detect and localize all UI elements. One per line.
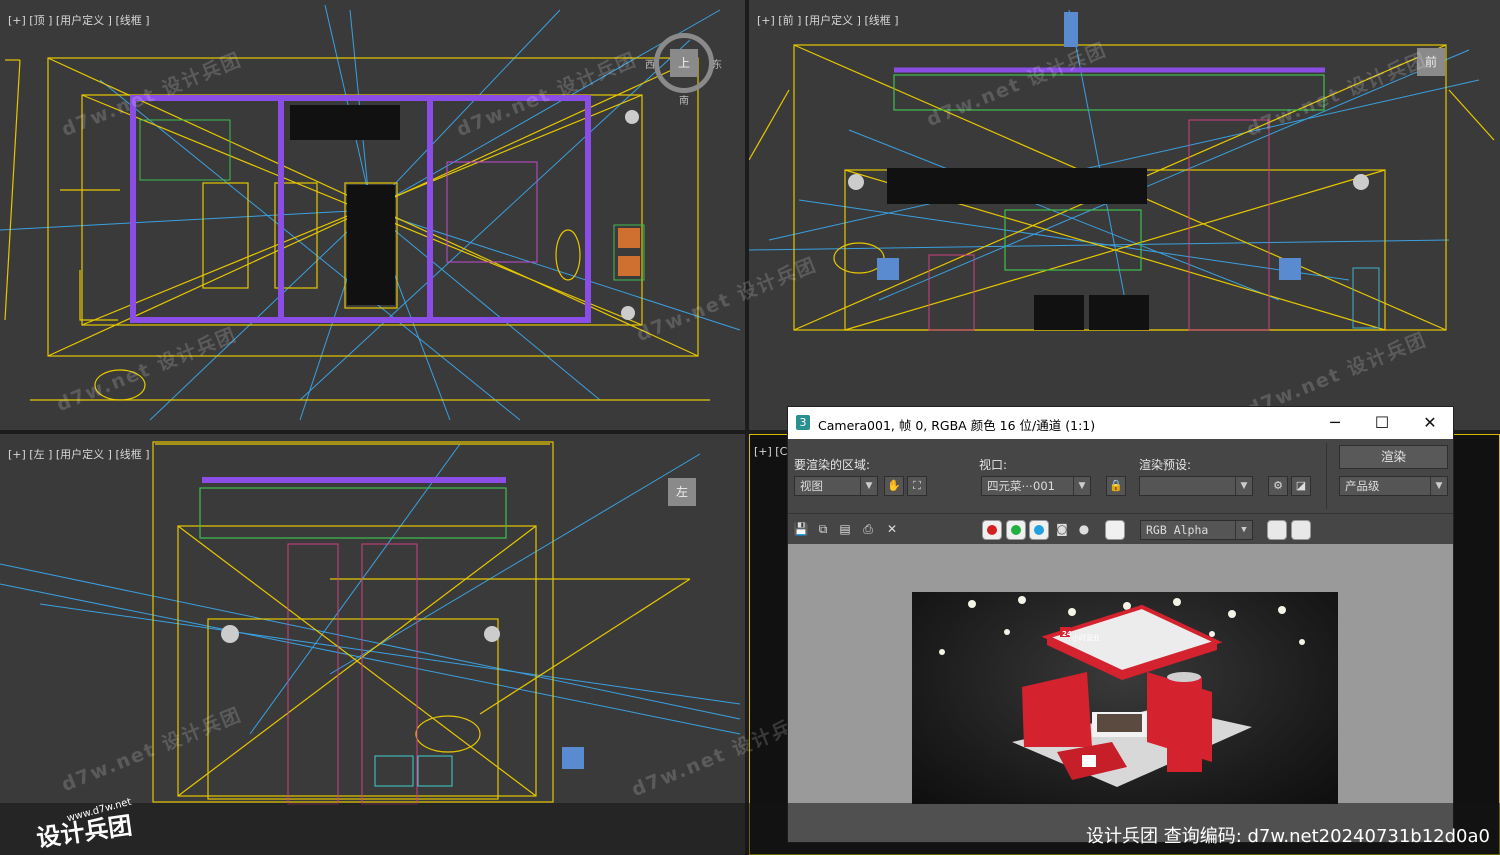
separator [1326,443,1327,509]
preset-dropdown[interactable]: ▼ [1139,476,1253,496]
render-frame-window[interactable]: 3 Camera001, 帧 0, RGBA 颜色 16 位/通道 (1:1) … [787,406,1454,843]
viewport-label[interactable]: [+] [顶 ] [用户定义 ] [线框 ] [8,12,150,28]
environment-icon[interactable]: ◪ [1291,476,1311,496]
channel-dropdown[interactable]: RGB Alpha ▼ [1140,520,1253,540]
copy-icon[interactable]: ⧉ [815,521,831,537]
booth-sign-text: 小时营业 [1072,633,1100,642]
hand-icon[interactable]: ✋ [884,476,904,496]
render-button[interactable]: 渲染 [1339,445,1448,469]
swatch-white[interactable] [1105,520,1125,540]
minimize-button[interactable]: ─ [1315,411,1355,435]
region-select-icon[interactable]: ⛶ [907,476,927,496]
chevron-down-icon: ▼ [1235,521,1252,539]
quality-dropdown[interactable]: 产品级 ▼ [1339,476,1448,496]
compass-west: 西 [645,60,655,71]
green-channel-toggle[interactable] [1006,520,1026,540]
window-title: Camera001, 帧 0, RGBA 颜色 16 位/通道 (1:1) [818,418,1096,433]
alpha-channel-icon[interactable]: ◙ [1054,521,1070,537]
chevron-down-icon: ▼ [1235,477,1252,495]
chevron-down-icon: ▼ [1430,477,1447,495]
booth-render: 24 小时营业 [939,596,1305,787]
booth-badge: 24 [1062,630,1072,638]
close-button[interactable]: ✕ [1410,411,1450,435]
chevron-down-icon: ▼ [860,477,877,495]
toggle-ui-icon[interactable] [1291,520,1311,540]
save-icon[interactable]: 💾 [793,521,809,537]
viewport-label[interactable]: [+] [左 ] [用户定义 ] [线框 ] [8,446,150,462]
red-channel-toggle[interactable] [982,520,1002,540]
compass-east: 东 [712,60,722,71]
viewcube-left[interactable]: 左 [668,478,696,506]
quality-value: 产品级 [1345,479,1380,493]
clear-icon[interactable]: ✕ [884,521,900,537]
preset-label: 渲染预设: [1139,458,1192,472]
toggle-ui-overlay-icon[interactable] [1267,520,1287,540]
maximize-button[interactable]: ☐ [1362,411,1402,435]
print-icon[interactable]: ⎙ [860,521,876,537]
render-setup-icon[interactable]: ⚙ [1268,476,1288,496]
viewport-value: 四元菜⋯001 [987,479,1055,493]
chevron-down-icon: ▼ [1073,477,1090,495]
area-dropdown[interactable]: 视图 ▼ [794,476,878,496]
viewport-label: 视口: [979,458,1008,472]
lock-icon[interactable]: 🔒 [1106,476,1126,496]
monochrome-icon[interactable]: ● [1076,521,1092,537]
viewcube-top[interactable]: 上 [670,49,698,77]
render-canvas[interactable]: 24 小时营业 [788,544,1453,842]
rendered-image: 24 小时营业 [912,592,1338,804]
channel-value: RGB Alpha [1146,523,1209,537]
render-toolbar: 💾 ⧉ ▤ ⎙ ✕ ◙ ● RGB Alpha ▼ [788,514,1453,545]
viewport-dropdown[interactable]: 四元菜⋯001 ▼ [981,476,1091,496]
area-label: 要渲染的区域: [794,458,871,472]
compass-south: 南 [679,96,689,107]
viewport-label[interactable]: [+] [前 ] [用户定义 ] [线框 ] [757,12,899,28]
window-title-bar[interactable]: 3 Camera001, 帧 0, RGBA 颜色 16 位/通道 (1:1) … [788,407,1453,439]
app-icon: 3 [796,415,810,430]
clone-icon[interactable]: ▤ [837,521,853,537]
blue-channel-toggle[interactable] [1029,520,1049,540]
render-controls: 要渲染的区域: 视图 ▼ ✋ ⛶ 视口: 四元菜⋯001 ▼ 🔒 渲染预设: ▼… [788,439,1453,514]
viewport-label[interactable]: [+] [C [754,445,787,458]
area-value: 视图 [800,479,823,493]
query-code-text: 设计兵团 查询编码: d7w.net20240731b12d0a0 [1085,826,1490,847]
